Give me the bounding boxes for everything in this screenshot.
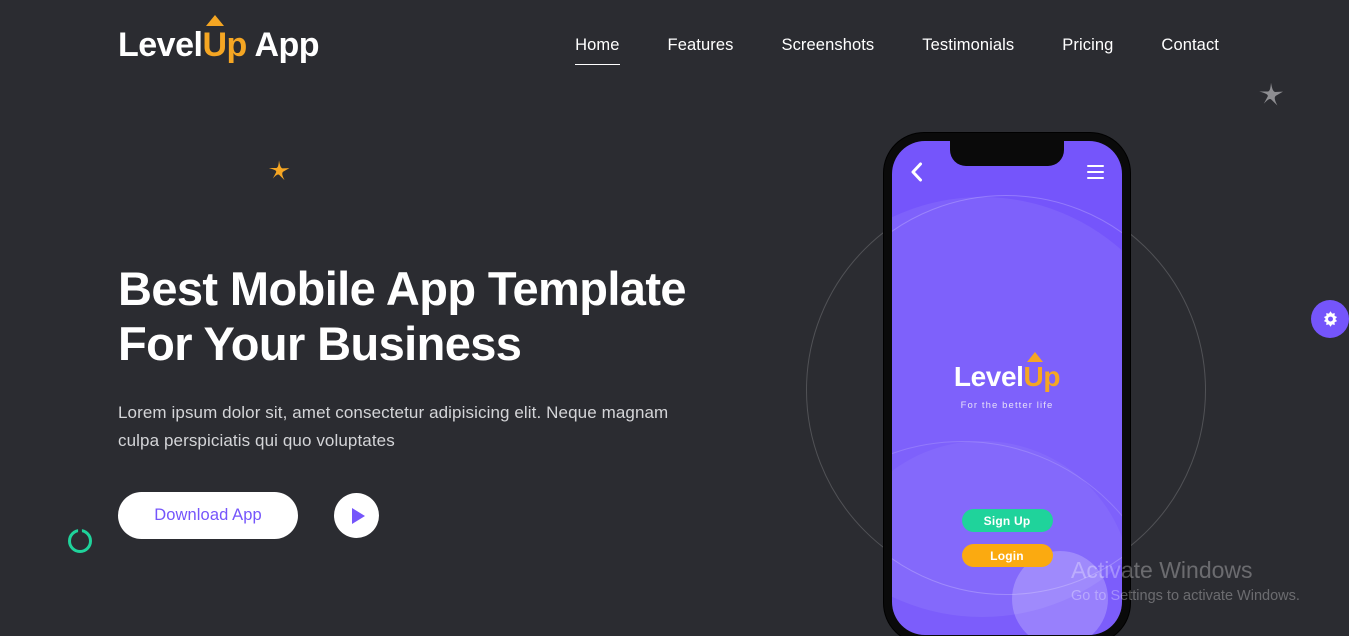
phone-logo-accent-wrap: Up bbox=[1023, 352, 1061, 392]
brand-accent: Up bbox=[202, 26, 247, 64]
hero-content: Best Mobile App Template For Your Busine… bbox=[118, 262, 768, 454]
brand-accent-wrap: Up bbox=[202, 15, 247, 64]
chevron-left-icon[interactable] bbox=[910, 162, 923, 182]
brand-suffix: App bbox=[246, 26, 320, 64]
settings-toggle-button[interactable] bbox=[1311, 300, 1349, 338]
phone-logo-text: Level Up bbox=[953, 352, 1061, 392]
decor-star-orange bbox=[266, 158, 292, 189]
main-navigation: Home Features Screenshots Testimonials P… bbox=[551, 36, 1243, 65]
up-arrow-icon bbox=[206, 15, 225, 26]
play-icon bbox=[352, 507, 365, 524]
brand-prefix: Level bbox=[118, 26, 203, 64]
phone-logo-accent: Up bbox=[1023, 361, 1061, 392]
nav-item-pricing[interactable]: Pricing bbox=[1038, 36, 1137, 55]
up-arrow-icon bbox=[1026, 352, 1043, 362]
nav-item-screenshots[interactable]: Screenshots bbox=[757, 36, 898, 55]
phone-screen: Level Up For the better life Sign Up Logi… bbox=[892, 141, 1122, 635]
nav-item-contact[interactable]: Contact bbox=[1137, 36, 1243, 55]
brand-logo[interactable]: Level Up App bbox=[118, 15, 320, 64]
phone-mockup: Level Up For the better life Sign Up Logi… bbox=[884, 133, 1130, 636]
hero-title-line-2: For Your Business bbox=[118, 316, 522, 370]
phone-top-bar bbox=[892, 159, 1122, 185]
hamburger-bar bbox=[1087, 170, 1104, 174]
decor-ring-teal bbox=[68, 529, 92, 553]
star-burst-icon bbox=[268, 160, 290, 181]
hero-paragraph: Lorem ipsum dolor sit, amet consectetur … bbox=[118, 403, 669, 450]
download-app-button[interactable]: Download App bbox=[118, 492, 298, 539]
nav-item-home[interactable]: Home bbox=[551, 36, 643, 65]
play-video-button[interactable] bbox=[334, 493, 379, 538]
gear-icon bbox=[1323, 310, 1337, 327]
hero-title: Best Mobile App Template For Your Busine… bbox=[118, 262, 768, 371]
phone-login-button[interactable]: Login bbox=[961, 544, 1053, 567]
phone-signup-button[interactable]: Sign Up bbox=[961, 509, 1053, 532]
page-root: Level Up App Home Features Screenshots Te… bbox=[0, 0, 1349, 636]
site-header: Level Up App Home Features Screenshots Te… bbox=[0, 0, 1349, 96]
nav-item-features[interactable]: Features bbox=[644, 36, 758, 55]
phone-tagline: For the better life bbox=[960, 400, 1054, 411]
nav-item-testimonials[interactable]: Testimonials bbox=[898, 36, 1038, 55]
phone-app-logo: Level Up For the better life bbox=[892, 352, 1122, 411]
phone-auth-buttons: Sign Up Login bbox=[892, 509, 1122, 567]
phone-logo-prefix: Level bbox=[953, 361, 1024, 392]
hero-title-line-1: Best Mobile App Template bbox=[118, 262, 687, 315]
hamburger-bar bbox=[1087, 164, 1104, 168]
hamburger-menu-icon[interactable] bbox=[1087, 164, 1104, 180]
hero-cta-row: Download App bbox=[118, 492, 379, 539]
hamburger-bar bbox=[1087, 176, 1104, 180]
